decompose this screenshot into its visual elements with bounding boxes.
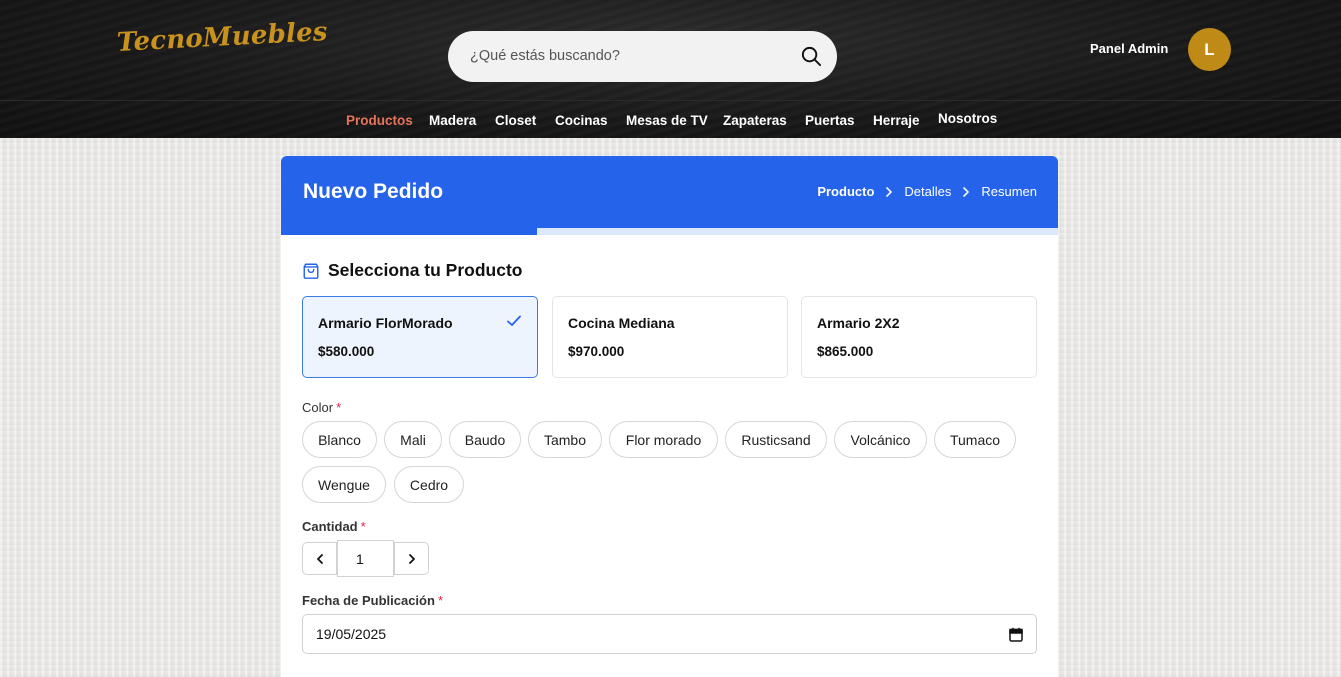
breadcrumb: Producto Detalles Resumen <box>817 184 1037 199</box>
section-title: Selecciona tu Producto <box>302 260 522 281</box>
search-input[interactable] <box>470 45 790 67</box>
nav-item-nosotros[interactable]: Nosotros <box>938 111 997 126</box>
date-label-text: Fecha de Publicación <box>302 593 435 608</box>
quantity-stepper <box>302 540 429 577</box>
order-card: Nuevo Pedido Producto Detalles Resumen S… <box>281 156 1058 677</box>
increment-button[interactable] <box>394 542 429 575</box>
product-price: $580.000 <box>318 344 375 359</box>
quantity-label-text: Cantidad <box>302 519 358 534</box>
color-chip-blanco[interactable]: Blanco <box>302 421 377 458</box>
step-resumen: Resumen <box>981 184 1037 199</box>
color-chip-rusticsand[interactable]: Rusticsand <box>725 421 827 458</box>
progress-bar-fill <box>281 228 538 235</box>
search-bar <box>448 31 837 82</box>
date-value: 19/05/2025 <box>316 626 387 642</box>
check-icon <box>507 315 521 326</box>
nav-item-herraje[interactable]: Herraje <box>873 113 920 128</box>
color-chip-cedro[interactable]: Cedro <box>394 466 464 503</box>
main-nav: Productos Madera Closet Cocinas Mesas de… <box>0 101 1341 138</box>
product-price: $865.000 <box>817 344 874 359</box>
date-field[interactable]: 19/05/2025 <box>302 614 1037 654</box>
product-name: Armario FlorMorado <box>318 315 453 331</box>
nav-item-cocinas[interactable]: Cocinas <box>555 113 608 128</box>
nav-item-puertas[interactable]: Puertas <box>805 113 855 128</box>
top-bar: TecnoMuebles Panel Admin L <box>0 0 1341 101</box>
nav-item-productos[interactable]: Productos <box>346 113 413 128</box>
product-name: Armario 2X2 <box>817 315 900 331</box>
color-chip-tumaco[interactable]: Tumaco <box>934 421 1016 458</box>
color-label: Color * <box>302 400 341 415</box>
avatar[interactable]: L <box>1188 28 1231 71</box>
color-chip-tambo[interactable]: Tambo <box>528 421 602 458</box>
chevron-right-icon <box>886 186 893 197</box>
color-chip-wengue[interactable]: Wengue <box>302 466 386 503</box>
search-icon[interactable] <box>800 45 823 68</box>
nav-item-closet[interactable]: Closet <box>495 113 536 128</box>
product-price: $970.000 <box>568 344 625 359</box>
color-chip-mali[interactable]: Mali <box>384 421 442 458</box>
nav-item-mesas-de-tv[interactable]: Mesas de TV <box>626 113 708 128</box>
product-card-cocina-mediana[interactable]: Cocina Mediana $970.000 <box>552 296 788 378</box>
site-logo[interactable]: TecnoMuebles <box>116 17 328 58</box>
product-card-armario-flormorado[interactable]: Armario FlorMorado $580.000 <box>302 296 538 378</box>
decrement-button[interactable] <box>302 542 337 575</box>
color-chip-volcanico[interactable]: Volcánico <box>834 421 927 458</box>
required-mark: * <box>437 593 443 608</box>
product-name: Cocina Mediana <box>568 315 675 331</box>
section-title-label: Selecciona tu Producto <box>328 260 523 280</box>
order-card-header: Nuevo Pedido Producto Detalles Resumen <box>281 156 1058 228</box>
calendar-icon[interactable] <box>1009 627 1023 642</box>
chevron-right-icon <box>408 553 415 564</box>
product-card-armario-2x2[interactable]: Armario 2X2 $865.000 <box>801 296 1037 378</box>
nav-item-zapateras[interactable]: Zapateras <box>723 113 787 128</box>
site-header: TecnoMuebles Panel Admin L Productos Mad… <box>0 0 1341 138</box>
color-label-text: Color <box>302 400 334 415</box>
required-mark: * <box>336 400 342 415</box>
step-detalles: Detalles <box>904 184 952 199</box>
page-title: Nuevo Pedido <box>303 180 444 203</box>
progress-bar <box>281 228 1058 235</box>
quantity-input[interactable] <box>337 540 394 577</box>
quantity-label: Cantidad * <box>302 519 366 534</box>
color-chip-baudo[interactable]: Baudo <box>449 421 521 458</box>
chevron-right-icon <box>963 186 970 197</box>
chevron-left-icon <box>316 553 323 564</box>
required-mark: * <box>360 519 366 534</box>
nav-item-madera[interactable]: Madera <box>429 113 476 128</box>
admin-panel-link[interactable]: Panel Admin <box>1090 41 1168 56</box>
shopping-bag-icon <box>303 263 319 279</box>
date-label: Fecha de Publicación * <box>302 593 443 608</box>
color-chip-flor-morado[interactable]: Flor morado <box>609 421 718 458</box>
step-producto: Producto <box>817 184 875 199</box>
